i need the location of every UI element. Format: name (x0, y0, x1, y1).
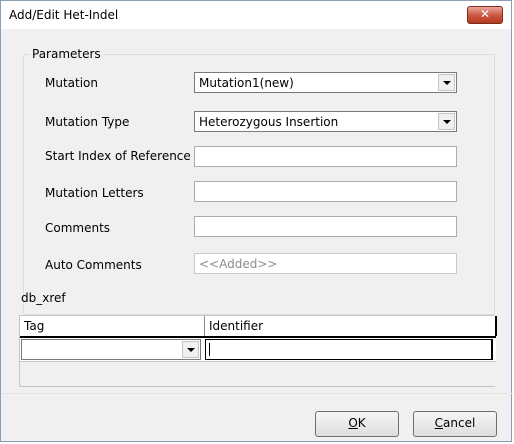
table-row[interactable] (20, 338, 496, 362)
cancel-label-rest: ancel (443, 416, 476, 430)
parameters-legend: Parameters (32, 47, 101, 61)
chevron-down-icon (443, 120, 451, 124)
grid-header: Tag Identifier (20, 316, 497, 338)
mutation-type-label: Mutation Type (45, 115, 130, 129)
mutation-label: Mutation (45, 76, 99, 90)
tag-cell-combo[interactable] (21, 339, 201, 360)
column-header-identifier-label: Identifier (209, 319, 264, 333)
db-xref-label: db_xref (21, 291, 66, 305)
close-button[interactable]: ✕ (467, 6, 503, 24)
comments-label: Comments (45, 221, 111, 235)
mutation-type-value: Heterozygous Insertion (199, 115, 339, 129)
dialog-window: Add/Edit Het-Indel ✕ Parameters Mutation… (0, 0, 513, 442)
auto-comments-value: <<Added>> (199, 257, 278, 271)
start-index-label: Start Index of Reference (45, 149, 191, 163)
column-header-tag-label: Tag (24, 319, 45, 333)
identifier-cell-edit[interactable] (205, 339, 493, 360)
cancel-mnemonic: C (434, 416, 444, 430)
title-bar[interactable]: Add/Edit Het-Indel ✕ (1, 1, 511, 29)
mutation-type-dropdown-button[interactable] (438, 113, 455, 130)
auto-comments-label: Auto Comments (45, 258, 142, 272)
ok-label-rest: K (357, 416, 366, 430)
footer-divider (1, 393, 513, 394)
ok-mnemonic: O (348, 416, 358, 430)
column-header-tag[interactable]: Tag (20, 316, 205, 336)
mutation-letters-field[interactable] (194, 181, 457, 202)
cancel-button[interactable]: Cancel (413, 411, 497, 437)
tag-dropdown-button[interactable] (182, 341, 199, 358)
mutation-dropdown-button[interactable] (438, 74, 455, 91)
close-icon: ✕ (479, 7, 491, 21)
comments-field[interactable] (194, 216, 457, 237)
db-xref-grid[interactable]: Tag Identifier (19, 315, 497, 387)
column-header-identifier[interactable]: Identifier (205, 316, 497, 336)
ok-button[interactable]: OK (315, 411, 399, 437)
chevron-down-icon (187, 348, 195, 352)
mutation-value: Mutation1(new) (199, 76, 294, 90)
mutation-type-combo[interactable]: Heterozygous Insertion (194, 111, 457, 132)
chevron-down-icon (443, 81, 451, 85)
auto-comments-field: <<Added>> (194, 253, 457, 274)
text-caret (209, 343, 210, 356)
window-title: Add/Edit Het-Indel (9, 8, 119, 22)
mutation-combo[interactable]: Mutation1(new) (194, 72, 457, 93)
start-index-field[interactable] (194, 146, 457, 167)
mutation-letters-label: Mutation Letters (45, 186, 144, 200)
